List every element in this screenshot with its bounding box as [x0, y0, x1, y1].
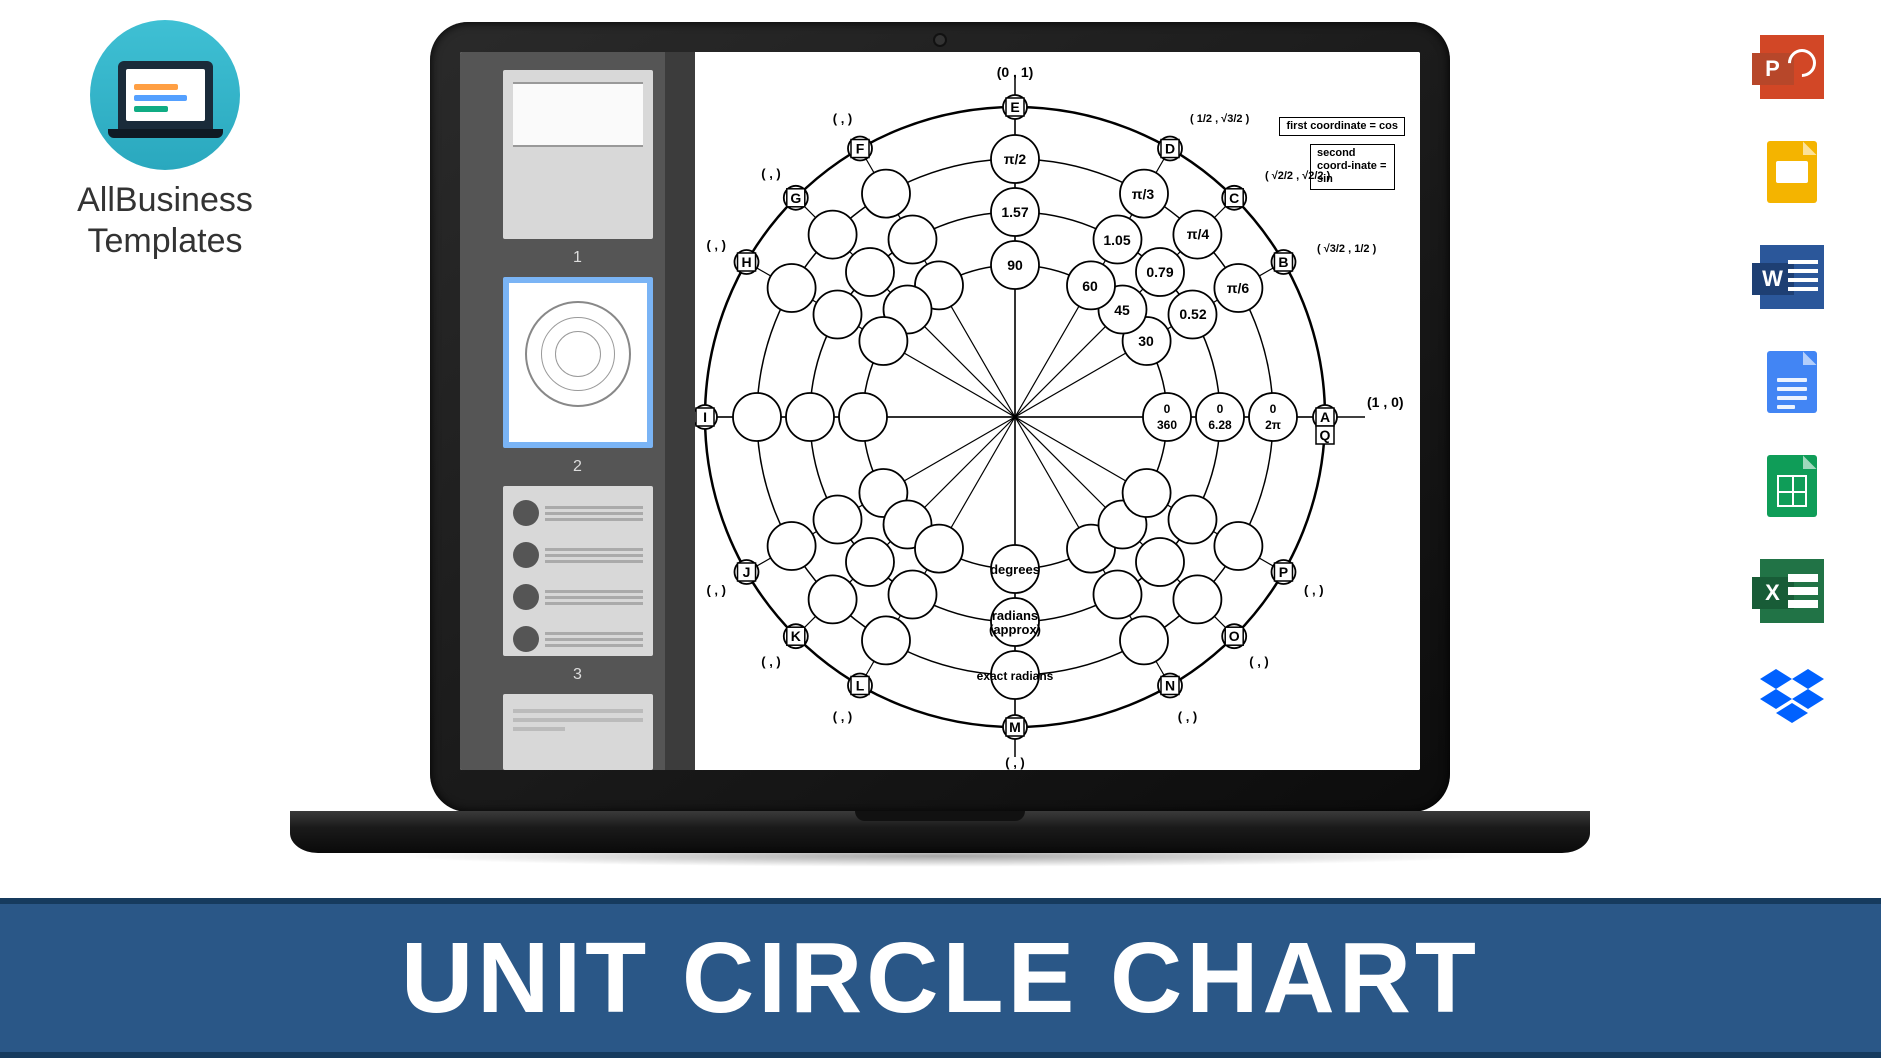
svg-text:F: F — [856, 141, 865, 157]
svg-text:degrees: degrees — [990, 562, 1040, 577]
laptop-mockup: 1 2 3 first coordinate = cos second coor… — [290, 22, 1590, 877]
coord-right: (1 , 0) — [1367, 394, 1404, 410]
webcam-icon — [935, 35, 945, 45]
google-docs-icon[interactable] — [1767, 351, 1817, 413]
svg-text:(approx): (approx) — [989, 622, 1041, 637]
svg-text:360: 360 — [1157, 418, 1177, 432]
thumbnail-page-2[interactable] — [503, 277, 653, 448]
svg-text:( 1/2 , √3/2 ): ( 1/2 , √3/2 ) — [1190, 113, 1250, 125]
svg-text:A: A — [1320, 409, 1330, 425]
laptop-shadow — [394, 845, 1486, 867]
svg-text:( , ): ( , ) — [706, 238, 726, 253]
svg-text:45: 45 — [1114, 302, 1130, 318]
svg-text:0: 0 — [1270, 402, 1277, 416]
svg-text:I: I — [703, 409, 707, 425]
brand-logo: AllBusiness Templates — [55, 20, 275, 262]
svg-text:π/3: π/3 — [1132, 186, 1155, 202]
dropbox-icon[interactable] — [1760, 665, 1824, 729]
svg-text:0.52: 0.52 — [1179, 306, 1206, 322]
svg-text:O: O — [1229, 628, 1240, 644]
svg-text:L: L — [856, 677, 865, 693]
thumbnail-page-3[interactable] — [503, 486, 653, 655]
svg-text:90: 90 — [1007, 257, 1023, 273]
svg-text:π/4: π/4 — [1187, 226, 1210, 242]
svg-text:N: N — [1165, 677, 1175, 693]
svg-text:( , ): ( , ) — [833, 111, 853, 126]
svg-text:( , ): ( , ) — [761, 166, 781, 181]
svg-text:1.05: 1.05 — [1103, 232, 1130, 248]
word-icon[interactable]: W — [1760, 245, 1824, 309]
brand-badge — [90, 20, 240, 170]
thumbnail-page-4[interactable] — [503, 694, 653, 770]
svg-text:Q: Q — [1320, 427, 1331, 443]
coord-top: (0 , 1) — [997, 64, 1034, 80]
svg-text:G: G — [790, 190, 801, 206]
svg-text:0: 0 — [1217, 402, 1224, 416]
thumbnail-label-3: 3 — [573, 666, 582, 684]
thumbnail-page-1[interactable] — [503, 70, 653, 239]
svg-text:D: D — [1165, 141, 1175, 157]
svg-text:( √2/2 , √2/2 ): ( √2/2 , √2/2 ) — [1265, 170, 1331, 182]
svg-text:K: K — [791, 628, 801, 644]
brand-laptop-icon — [118, 61, 213, 129]
svg-text:J: J — [743, 564, 751, 580]
svg-text:C: C — [1229, 190, 1239, 206]
svg-text:( √3/2 , 1/2 ): ( √3/2 , 1/2 ) — [1317, 243, 1377, 255]
document-viewer: 1 2 3 first coordinate = cos second coor… — [460, 52, 1420, 770]
svg-text:( , ): ( , ) — [1304, 583, 1324, 598]
svg-text:radians: radians — [992, 608, 1038, 623]
svg-text:1.57: 1.57 — [1001, 204, 1028, 220]
footer-title: UNIT CIRCLE CHART — [401, 921, 1480, 1036]
svg-text:π/2: π/2 — [1004, 151, 1027, 167]
powerpoint-icon[interactable]: P — [1760, 35, 1824, 99]
svg-text:exact radians: exact radians — [977, 669, 1054, 683]
svg-text:( , ): ( , ) — [761, 654, 781, 669]
svg-text:( , ): ( , ) — [1178, 709, 1198, 724]
svg-text:60: 60 — [1082, 278, 1098, 294]
svg-text:E: E — [1010, 99, 1019, 115]
svg-text:P: P — [1279, 564, 1288, 580]
thumbnail-label-2: 2 — [573, 458, 582, 476]
thumbnail-label-1: 1 — [573, 249, 582, 267]
svg-text:( , ): ( , ) — [1005, 755, 1025, 770]
svg-text:π/6: π/6 — [1227, 280, 1250, 296]
google-slides-icon[interactable] — [1767, 141, 1817, 203]
svg-text:M: M — [1009, 719, 1021, 735]
svg-text:0.79: 0.79 — [1146, 264, 1173, 280]
unit-circle-diagram: first coordinate = cos second coord-inat… — [695, 52, 1420, 770]
svg-text:30: 30 — [1138, 333, 1154, 349]
svg-text:B: B — [1278, 254, 1288, 270]
brand-name: AllBusiness Templates — [55, 180, 275, 262]
thumbnail-sidebar[interactable]: 1 2 3 — [460, 52, 695, 770]
svg-text:H: H — [741, 254, 751, 270]
app-icons-column: P W X — [1754, 35, 1829, 729]
svg-text:0: 0 — [1164, 402, 1171, 416]
svg-text:2π: 2π — [1265, 418, 1281, 432]
svg-text:6.28: 6.28 — [1208, 418, 1232, 432]
footer-title-bar: UNIT CIRCLE CHART — [0, 898, 1881, 1058]
laptop-screen-bezel: 1 2 3 first coordinate = cos second coor… — [430, 22, 1450, 812]
svg-text:( , ): ( , ) — [706, 583, 726, 598]
google-sheets-icon[interactable] — [1767, 455, 1817, 517]
svg-text:( , ): ( , ) — [1249, 654, 1269, 669]
excel-icon[interactable]: X — [1760, 559, 1824, 623]
svg-text:( , ): ( , ) — [833, 709, 853, 724]
